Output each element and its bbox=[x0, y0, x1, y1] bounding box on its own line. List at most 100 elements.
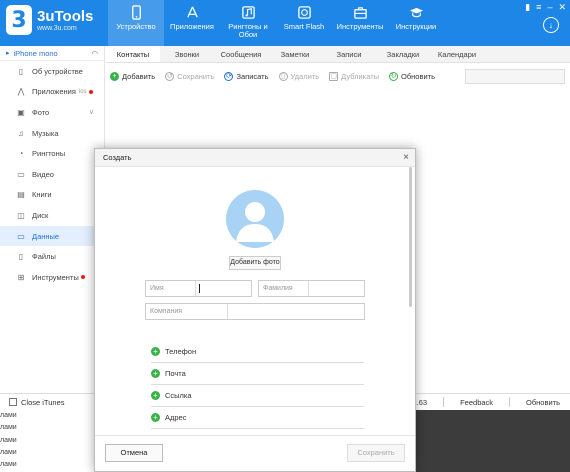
dialog-titlebar: Создать × bbox=[95, 149, 415, 167]
last-name-placeholder: Фамилия bbox=[263, 281, 309, 296]
refresh-label: Обновить bbox=[401, 71, 435, 81]
nav-apps[interactable]: Приложения bbox=[164, 0, 220, 46]
plus-icon: + bbox=[151, 369, 160, 378]
tab-bookmarks[interactable]: Закладки bbox=[376, 46, 430, 62]
nav-tools[interactable]: Инструменты bbox=[332, 0, 388, 46]
create-contact-dialog: Создать × Добавить фото Имя Фамилия Комп… bbox=[94, 148, 416, 472]
plus-icon: + bbox=[151, 413, 160, 422]
record-button[interactable]: ⟳ Записать bbox=[224, 71, 269, 81]
add-link-row[interactable]: + Ссылка bbox=[151, 385, 364, 407]
duplicates-button[interactable]: ▢ Дубликаты bbox=[329, 71, 380, 81]
sidebar-item-about[interactable]: ▯ Об устройстве bbox=[0, 61, 104, 82]
download-icon[interactable]: ↓ bbox=[543, 17, 559, 33]
refresh-button[interactable]: ↻ Обновить bbox=[389, 71, 435, 81]
nav-smart-flash[interactable]: Smart Flash bbox=[276, 0, 332, 46]
close-icon[interactable]: × bbox=[403, 149, 409, 167]
delete-button[interactable]: ▯ Удалить bbox=[278, 71, 319, 81]
sidebar-item-books[interactable]: ▤ Книги bbox=[0, 185, 104, 206]
dialog-title: Создать bbox=[103, 153, 132, 162]
sidebar-item-tools[interactable]: ⊞ Инструменты bbox=[0, 267, 104, 288]
nav-ringtones[interactable]: Рингтоны и Обои bbox=[220, 0, 276, 46]
tab-calls[interactable]: Звонки bbox=[160, 46, 214, 62]
graduation-cap-icon bbox=[409, 7, 423, 18]
sidebar-item-video[interactable]: ▭ Видео bbox=[0, 164, 104, 185]
add-button[interactable]: + Добавить bbox=[110, 71, 155, 81]
sidebar-item-photo[interactable]: ▣ Фото ∨ bbox=[0, 102, 104, 123]
sidebar-item-label: Диск bbox=[32, 210, 49, 220]
close-icon[interactable]: ✕ bbox=[558, 2, 566, 13]
plus-icon: + bbox=[151, 347, 160, 356]
book-icon: ▤ bbox=[17, 190, 25, 200]
app-url: www.3u.com bbox=[37, 25, 77, 32]
search-input[interactable] bbox=[465, 69, 565, 84]
tab-calendars[interactable]: Календари bbox=[430, 46, 484, 62]
nav-tutorials[interactable]: Инструкции bbox=[388, 0, 444, 46]
minimize-icon[interactable]: – bbox=[547, 2, 552, 13]
sidebar-item-music[interactable]: ♫ Музыка bbox=[0, 123, 104, 144]
feedback-link[interactable]: Feedback bbox=[460, 398, 493, 407]
first-name-field[interactable]: Имя bbox=[145, 280, 252, 297]
settings-icon[interactable]: ≡ bbox=[536, 2, 541, 13]
duplicates-icon: ▢ bbox=[329, 71, 339, 81]
main-nav: Устройство Приложения Рингтоны и Обои Sm… bbox=[108, 0, 444, 46]
sidebar-item-ringtones[interactable]: ◔ Рингтоны bbox=[0, 143, 104, 164]
logo-badge: 3 bbox=[6, 5, 32, 35]
ios-badge: ios bbox=[78, 88, 87, 95]
update-link[interactable]: Обновить bbox=[526, 398, 560, 407]
sidebar-item-label: Фото bbox=[32, 107, 50, 117]
apps-icon: ⋀ bbox=[17, 87, 25, 97]
dialog-body: Добавить фото Имя Фамилия Компания + Теле… bbox=[95, 167, 415, 435]
menu-icon[interactable]: ▮ bbox=[525, 2, 530, 13]
tab-records[interactable]: Записи bbox=[322, 46, 376, 62]
refresh-icon: ↻ bbox=[389, 71, 399, 81]
nav-device[interactable]: Устройство bbox=[108, 0, 164, 46]
tab-contacts[interactable]: Контакты bbox=[106, 46, 160, 62]
list-item: лами bbox=[0, 436, 17, 444]
company-field[interactable]: Компания bbox=[145, 303, 365, 320]
disk-icon: ◫ bbox=[17, 210, 25, 220]
music-icon: ♫ bbox=[18, 128, 24, 138]
nav-ringtones-label: Рингтоны и Обои bbox=[228, 22, 268, 39]
sidebar-item-apps[interactable]: ⋀ Приложения ios bbox=[0, 82, 104, 103]
background-list: лами лами лами лами лами bbox=[0, 412, 17, 472]
dialog-scrollbar[interactable] bbox=[409, 167, 412, 307]
last-name-field[interactable]: Фамилия bbox=[258, 280, 365, 297]
background-window-dark bbox=[414, 410, 570, 472]
sidebar-item-label: Об устройстве bbox=[32, 66, 83, 76]
tab-messages[interactable]: Сообщения bbox=[214, 46, 268, 62]
add-phone-row[interactable]: + Телефон bbox=[151, 341, 364, 363]
phone-icon: ▯ bbox=[18, 66, 24, 76]
sidebar-item-disk[interactable]: ◫ Диск bbox=[0, 205, 104, 226]
folder-icon: ▭ bbox=[17, 231, 25, 241]
sidebar-item-data[interactable]: ▭ Данные bbox=[0, 225, 104, 247]
data-tabs: Контакты Звонки Сообщения Заметки Записи… bbox=[106, 46, 570, 63]
dialog-footer: Отмена Сохранить bbox=[95, 435, 415, 471]
nav-smart-flash-label: Smart Flash bbox=[283, 22, 325, 31]
app-logo: 3 3uTools www.3u.com bbox=[6, 5, 93, 35]
device-row[interactable]: ▸ iPhone mono ◠ bbox=[0, 46, 104, 61]
nav-apps-label: Приложения bbox=[170, 22, 214, 31]
save-button[interactable]: ↺ Сохранить bbox=[165, 71, 214, 81]
tab-notes[interactable]: Заметки bbox=[268, 46, 322, 62]
phone-icon bbox=[131, 5, 141, 20]
sidebar-item-label: Файлы bbox=[32, 252, 56, 262]
close-itunes-checkbox[interactable] bbox=[9, 398, 17, 406]
chevron-down-icon[interactable]: ∨ bbox=[89, 108, 94, 116]
sidebar-item-label: Видео bbox=[32, 169, 54, 179]
duplicates-label: Дубликаты bbox=[341, 71, 380, 81]
save-button[interactable]: Сохранить bbox=[347, 444, 405, 462]
list-item: лами bbox=[0, 424, 17, 432]
photo-icon: ▣ bbox=[17, 107, 25, 117]
cancel-button[interactable]: Отмена bbox=[105, 444, 163, 462]
sidebar-item-label: Инструменты bbox=[32, 272, 79, 282]
add-email-row[interactable]: + Почта bbox=[151, 363, 364, 385]
avatar[interactable] bbox=[226, 190, 284, 248]
sidebar-item-files[interactable]: ▯ Файлы bbox=[0, 246, 104, 267]
sidebar-item-label: Приложения bbox=[32, 87, 76, 97]
list-item: лами bbox=[0, 412, 17, 419]
add-photo-button[interactable]: Добавить фото bbox=[229, 256, 281, 270]
device-name: iPhone mono bbox=[13, 48, 58, 58]
sidebar-item-label: Музыка bbox=[32, 128, 59, 138]
add-address-row[interactable]: + Адрес bbox=[151, 407, 364, 429]
list-item: лами bbox=[0, 461, 17, 469]
